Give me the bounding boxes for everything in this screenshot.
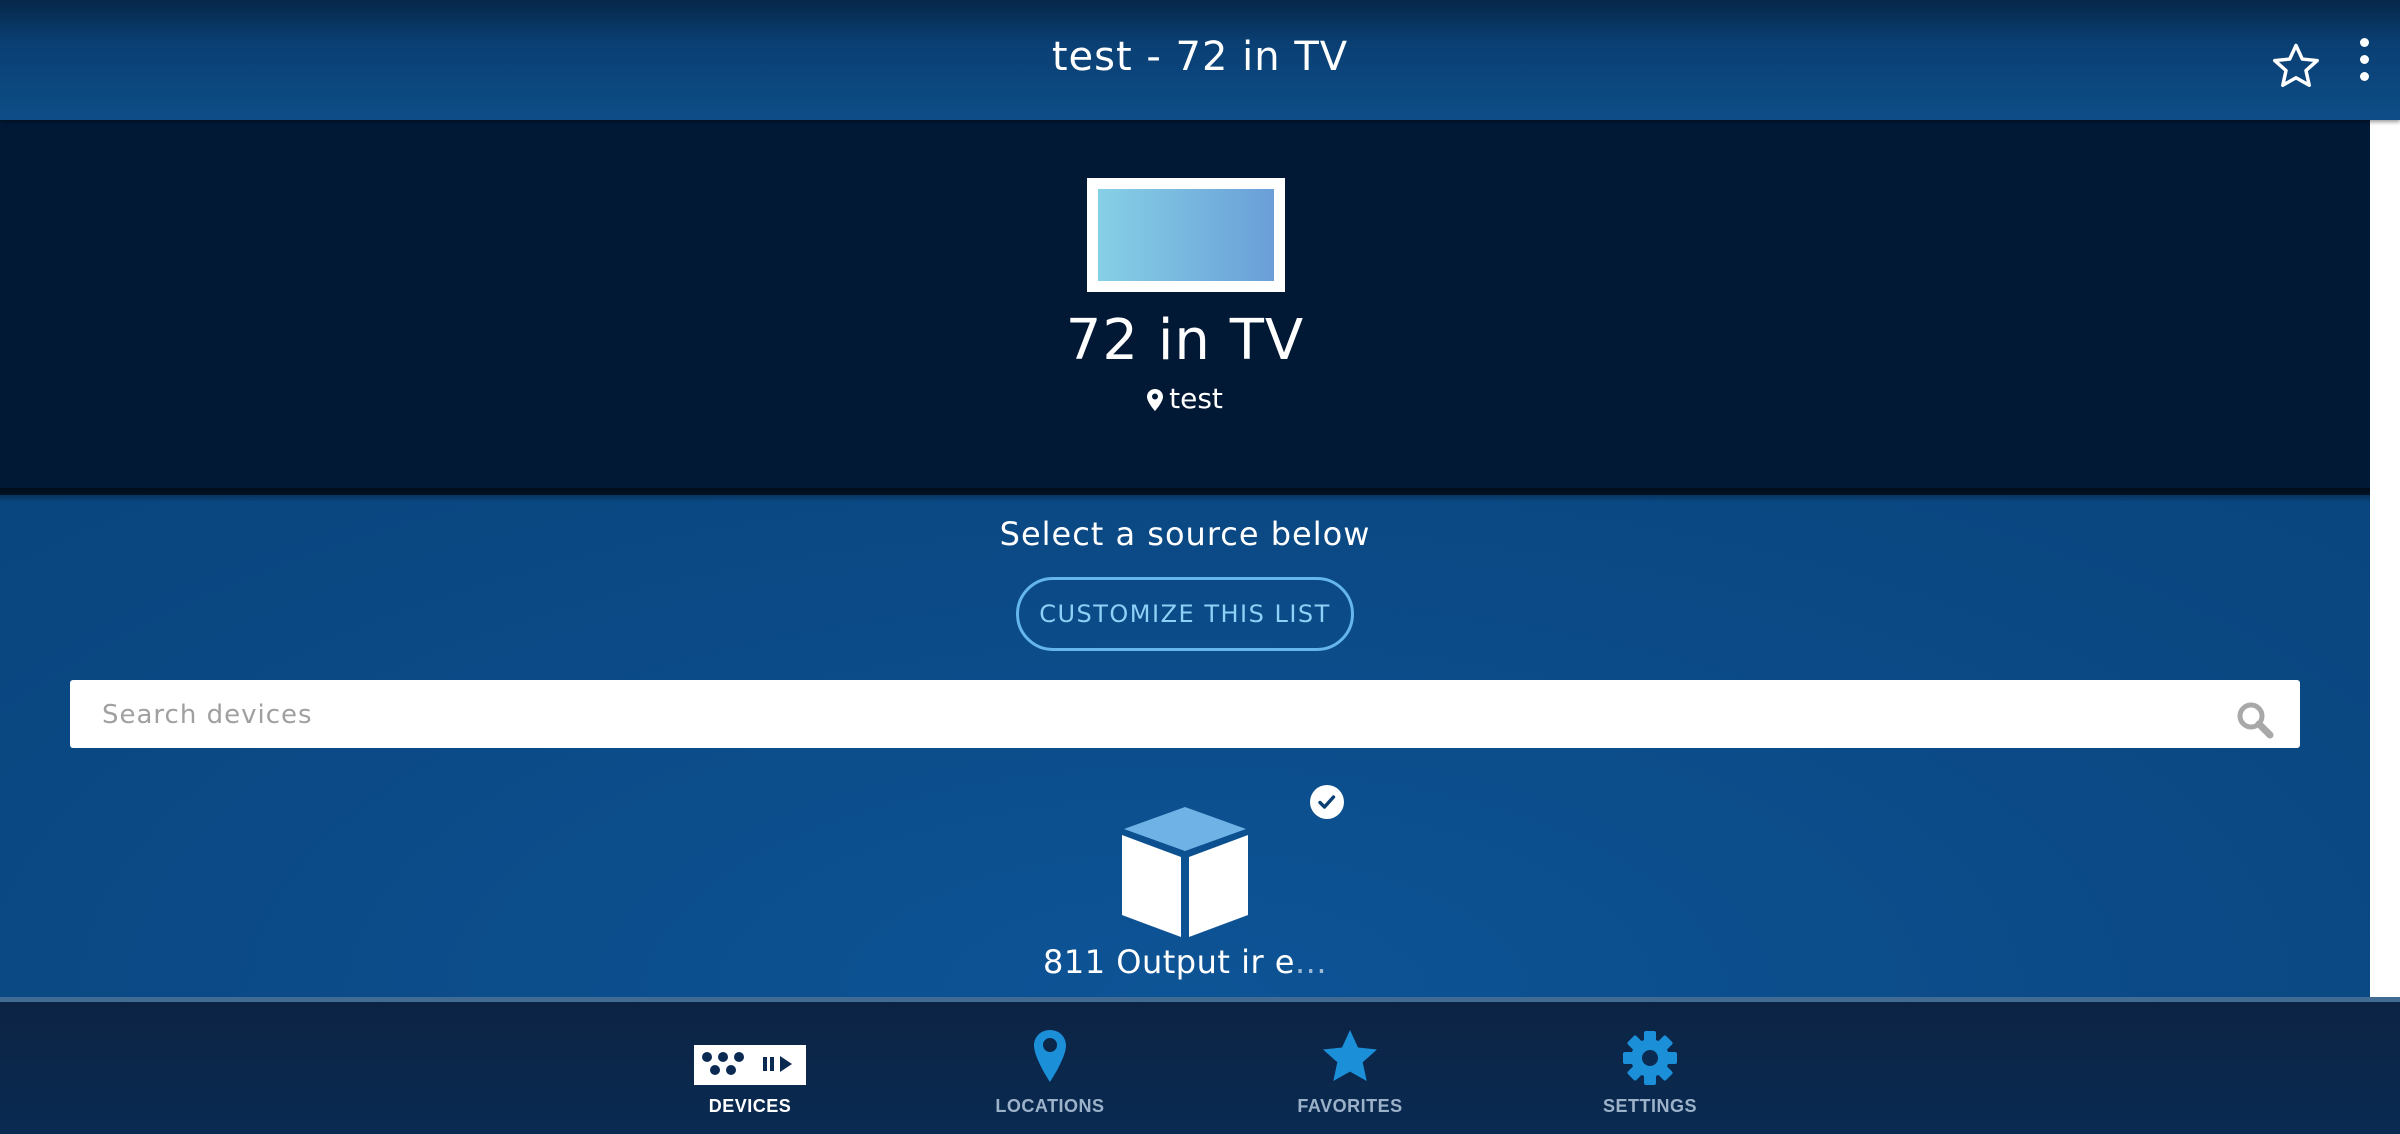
more-options-button[interactable] [2352, 38, 2376, 90]
remote-icon [694, 1045, 806, 1085]
nav-devices-label: DEVICES [708, 1096, 792, 1116]
nav-locations-label: LOCATIONS [995, 1096, 1105, 1116]
source-panel: Select a source below CUSTOMIZE THIS LIS… [0, 495, 2370, 997]
tv-icon [1087, 178, 1285, 292]
selected-check-icon [1310, 785, 1344, 819]
star-outline-icon [2273, 43, 2319, 88]
cube-icon [1122, 807, 1248, 937]
search-bar [70, 680, 2300, 750]
app-header: test - 72 in TV [0, 0, 2400, 120]
page-title: test - 72 in TV [1051, 34, 1349, 80]
scrollbar[interactable] [2370, 120, 2400, 997]
bottom-navigation: DEVICES LOCATIONS FAVORITES SETTINGS [0, 1002, 2400, 1134]
customize-list-button[interactable]: CUSTOMIZE THIS LIST [1016, 577, 1354, 651]
star-icon [1323, 1030, 1377, 1081]
nav-locations[interactable]: LOCATIONS [950, 1026, 1150, 1126]
device-location-label: test [1169, 382, 1223, 415]
more-vert-icon [2359, 38, 2369, 47]
nav-favorites[interactable]: FAVORITES [1250, 1026, 1450, 1126]
nav-settings[interactable]: SETTINGS [1550, 1026, 1750, 1126]
location-pin-icon [1147, 389, 1164, 411]
search-input[interactable] [100, 680, 2224, 750]
device-hero: 72 in TV test [0, 120, 2370, 495]
nav-favorites-label: FAVORITES [1297, 1096, 1403, 1116]
search-icon[interactable] [2235, 700, 2275, 740]
select-source-prompt: Select a source below [999, 515, 1371, 553]
location-pin-icon [1034, 1030, 1066, 1082]
device-location: test [0, 382, 2370, 415]
device-name: 72 in TV [1065, 308, 1305, 373]
source-tile-label: 811 Output ir e... [1043, 943, 1327, 981]
favorite-button[interactable] [2270, 40, 2322, 92]
nav-settings-label: SETTINGS [1602, 1096, 1697, 1116]
nav-devices[interactable]: DEVICES [650, 1026, 850, 1126]
gear-icon [1623, 1031, 1677, 1085]
source-tile[interactable]: 811 Output ir e... [1040, 785, 1344, 985]
